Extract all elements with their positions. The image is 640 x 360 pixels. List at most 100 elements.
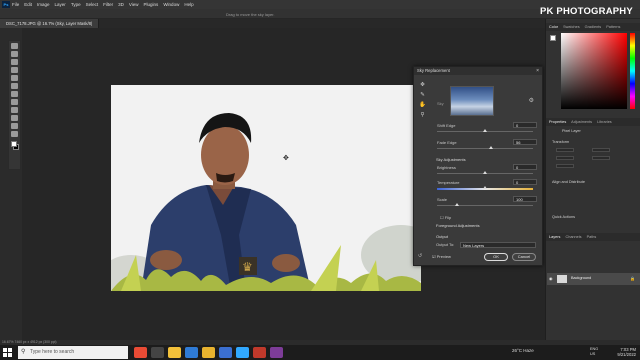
brightness-slider[interactable] (483, 171, 487, 174)
menu-filter[interactable]: Filter (103, 2, 113, 7)
document-image[interactable]: ♛ (111, 85, 421, 291)
tab-paths[interactable]: Paths (587, 235, 597, 239)
hand-tool-icon[interactable]: ✋ (419, 102, 426, 112)
temperature-label: Temperature (437, 180, 460, 185)
cancel-button[interactable]: Cancel (512, 253, 536, 261)
shift-edge-slider[interactable] (483, 129, 487, 132)
flip-checkbox-icon[interactable]: ☐ (440, 215, 444, 220)
move-tool-icon[interactable] (11, 43, 18, 49)
menu-view[interactable]: View (129, 2, 139, 7)
stamp-tool-icon[interactable] (11, 115, 18, 121)
angle-field[interactable] (556, 164, 574, 168)
task-view-icon[interactable] (151, 347, 164, 358)
media-app-icon[interactable] (253, 347, 266, 358)
close-icon[interactable]: × (536, 67, 539, 75)
reset-icon[interactable]: ↺ (418, 253, 422, 259)
tab-gradients[interactable]: Gradients (585, 25, 601, 29)
shift-edge-input[interactable]: 0 (513, 122, 537, 128)
marquee-tool-icon[interactable] (11, 51, 18, 57)
dialog-title-bar[interactable]: Sky Replacement × (414, 67, 542, 75)
color-swatch[interactable] (550, 35, 556, 41)
menu-type[interactable]: Type (71, 2, 81, 7)
eye-icon[interactable]: ◉ (549, 276, 553, 281)
gradient-tool-icon[interactable] (11, 131, 18, 137)
system-clock[interactable]: 7:03 PM 9/21/2022 (617, 347, 636, 357)
menu-file[interactable]: File (12, 2, 19, 7)
chrome-icon[interactable] (202, 347, 215, 358)
menu-image[interactable]: Image (37, 2, 50, 7)
tab-channels[interactable]: Channels (565, 235, 581, 239)
windows-start-icon[interactable] (3, 348, 12, 357)
file-explorer-icon[interactable] (168, 347, 181, 358)
menu-plugins[interactable]: Plugins (144, 2, 159, 7)
tab-libraries[interactable]: Libraries (597, 120, 612, 124)
brightness-input[interactable]: 0 (513, 164, 537, 170)
quick-actions-header[interactable]: Quick Actions (552, 215, 575, 219)
gear-icon[interactable]: ⚙ (529, 97, 534, 104)
temperature-input[interactable]: 0 (513, 179, 537, 185)
app-icon-1[interactable] (134, 347, 147, 358)
healing-tool-icon[interactable] (11, 99, 18, 105)
crop-tool-icon[interactable] (11, 75, 18, 81)
weather-widget[interactable]: 26°C Haze (512, 348, 534, 353)
lasso-tool-icon[interactable] (11, 59, 18, 65)
flip-option[interactable]: ☐ Flip (440, 215, 451, 220)
app-icon-9[interactable] (270, 347, 283, 358)
pixel-layer-label: Pixel Layer (562, 129, 581, 133)
foreground-adjustments-header[interactable]: Foreground Adjustments (436, 223, 480, 228)
output-to-select[interactable]: New Layers (460, 242, 536, 248)
transform-header[interactable]: Transform (552, 140, 569, 144)
taskbar-search-box[interactable]: ⚲ Type here to search (18, 346, 128, 359)
hue-slider[interactable] (630, 33, 635, 109)
align-distribute-header[interactable]: Align and Distribute (552, 180, 585, 184)
preview-checkbox-icon[interactable]: ☑ (432, 254, 436, 259)
sky-adjustments-header[interactable]: Sky Adjustments (436, 157, 466, 162)
tab-adjustments[interactable]: Adjustments (571, 120, 592, 124)
foreground-color-swatch[interactable] (11, 141, 17, 147)
tab-color[interactable]: Color (549, 25, 558, 29)
temperature-slider[interactable] (483, 186, 487, 189)
fade-edge-input[interactable]: 56 (513, 139, 537, 145)
sky-brush-tool-icon[interactable]: ✎ (419, 92, 426, 102)
layer-row-background[interactable]: ◉ Background 🔒 (547, 273, 640, 285)
tab-properties[interactable]: Properties (549, 120, 566, 124)
menu-select[interactable]: Select (86, 2, 99, 7)
photoshop-logo-icon[interactable]: Ps (2, 1, 10, 8)
x-field[interactable] (556, 156, 574, 160)
menu-3d[interactable]: 3D (118, 2, 124, 7)
sky-preset-thumbnail[interactable] (450, 86, 494, 116)
tab-patterns[interactable]: Patterns (606, 25, 620, 29)
preview-option[interactable]: ☑ Preview (432, 254, 451, 259)
tab-layers[interactable]: Layers (549, 235, 560, 239)
move-cursor-icon: ✥ (283, 155, 289, 162)
scale-slider[interactable] (455, 203, 459, 206)
eraser-tool-icon[interactable] (11, 123, 18, 129)
menu-help[interactable]: Help (184, 2, 193, 7)
document-tab[interactable]: DSC_7178.JPG @ 16.7% (Sky, Layer Mask/8) (0, 19, 100, 28)
menu-edit[interactable]: Edit (24, 2, 32, 7)
scale-input[interactable]: 100 (513, 196, 537, 202)
y-field[interactable] (592, 156, 610, 160)
tab-swatches[interactable]: Swatches (563, 25, 579, 29)
menu-window[interactable]: Window (163, 2, 179, 7)
eyedropper-tool-icon[interactable] (11, 91, 18, 97)
height-field[interactable] (592, 148, 610, 152)
store-icon[interactable] (219, 347, 232, 358)
width-field[interactable] (556, 148, 574, 152)
lock-row[interactable] (549, 261, 637, 266)
language-indicator[interactable]: ENG US (590, 347, 598, 357)
quick-select-tool-icon[interactable] (11, 67, 18, 73)
photoshop-taskbar-icon[interactable] (236, 347, 249, 358)
color-picker-field[interactable] (561, 33, 627, 109)
blend-mode-row[interactable] (549, 253, 637, 258)
layer-filter-row[interactable] (549, 245, 637, 250)
zoom-tool-icon[interactable]: ⚲ (419, 112, 426, 122)
fade-edge-slider[interactable] (489, 146, 493, 149)
ok-button[interactable]: OK (484, 253, 508, 261)
frame-tool-icon[interactable] (11, 83, 18, 89)
sky-move-tool-icon[interactable]: ✥ (419, 82, 426, 92)
menu-layer[interactable]: Layer (55, 2, 66, 7)
edge-browser-icon[interactable] (185, 347, 198, 358)
brush-tool-icon[interactable] (11, 107, 18, 113)
output-header[interactable]: Output (436, 234, 448, 239)
